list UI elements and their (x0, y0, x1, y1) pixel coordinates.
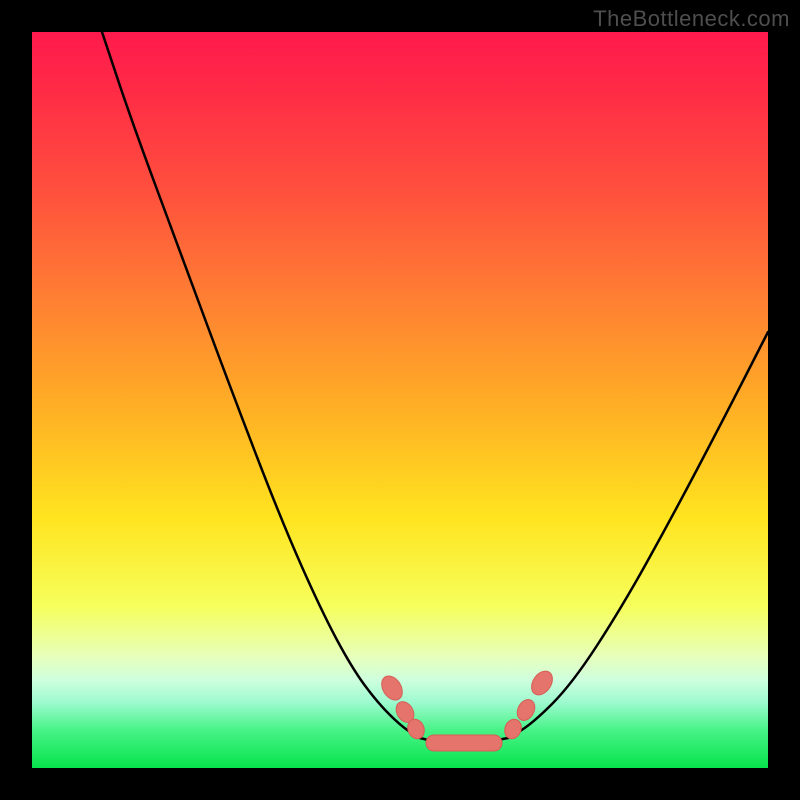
plot-area (32, 32, 768, 768)
marker-dot (377, 672, 406, 704)
watermark-text: TheBottleneck.com (593, 6, 790, 32)
marker-dot (426, 735, 502, 751)
chart-svg (32, 32, 768, 768)
curve-left (102, 32, 420, 738)
chart-frame: TheBottleneck.com (0, 0, 800, 800)
marker-dot (527, 667, 556, 699)
marker-group (377, 667, 556, 751)
